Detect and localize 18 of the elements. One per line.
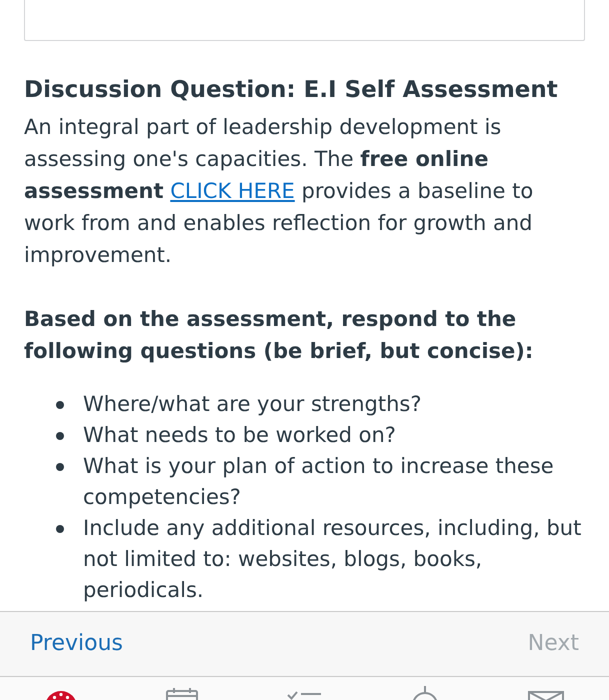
circle-icon[interactable] [410, 686, 439, 700]
checklist-icon[interactable] [287, 690, 322, 700]
bullet-icon [56, 432, 64, 440]
assessment-link[interactable]: CLICK HERE [170, 179, 295, 203]
question-item: What is your plan of action to increase these competencies? [83, 453, 555, 511]
previous-button[interactable]: Previous [30, 629, 123, 659]
bullet-icon [56, 525, 64, 533]
question-item: Where/what are your strengths? [83, 391, 422, 418]
question-item: Include any additional resources, including, but not limited to: websites, blogs, books, periodicals. [83, 515, 582, 604]
bullet-icon [56, 401, 64, 409]
calendar-icon[interactable] [166, 688, 198, 700]
bullet-icon [56, 463, 64, 471]
circle-dots-icon[interactable] [44, 691, 77, 700]
discussion-title: Discussion Question: E.I Self Assessment [24, 76, 559, 105]
envelope-icon[interactable] [528, 691, 564, 700]
question-item: What needs to be worked on? [83, 422, 396, 449]
intro-paragraph: An integral part of leadership development is assessing one's capacities. The free online assessment CLICK HERE provides a baseline to work from and enables reflection for growth and improvement. [24, 114, 534, 269]
instructions-text: Based on the assessment, respond to the following questions (be brief, but concise): [24, 306, 534, 365]
